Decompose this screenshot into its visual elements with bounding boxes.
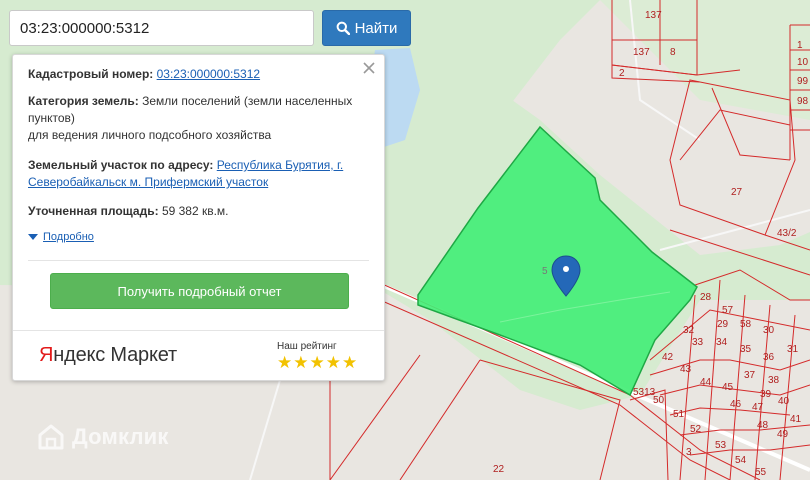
- logo-rest: ндекс Маркет: [53, 344, 177, 366]
- cadastral-link[interactable]: 03:23:000000:5312: [157, 67, 260, 81]
- plot-label: 41: [790, 414, 802, 425]
- watermark-text: Домклик: [72, 424, 169, 449]
- selected-plot-label: 5: [542, 266, 548, 277]
- plot-label: 29: [717, 319, 729, 330]
- plot-label: 55: [755, 467, 767, 478]
- search-button[interactable]: Найти: [322, 10, 411, 46]
- plot-label: 30: [763, 325, 775, 336]
- plot-label: 52: [690, 424, 702, 435]
- plot-label: 50: [653, 395, 665, 406]
- search-icon: [336, 21, 350, 35]
- search-input[interactable]: [9, 10, 314, 46]
- plot-label: 98: [797, 96, 809, 107]
- details-toggle[interactable]: Подробно: [28, 231, 94, 243]
- plot-label: 36: [763, 352, 775, 363]
- plot-label: 28: [700, 292, 712, 303]
- plot-label: 39: [760, 389, 772, 400]
- divider: [28, 260, 369, 261]
- plot-label: 33: [692, 337, 704, 348]
- plot-label: 8: [670, 47, 676, 58]
- plot-label: 32: [683, 325, 695, 336]
- search-button-label: Найти: [354, 19, 398, 37]
- plot-label: 10: [797, 57, 809, 68]
- divider: [13, 330, 384, 331]
- logo-first-letter: Я: [39, 344, 54, 366]
- get-report-button[interactable]: Получить подробный отчет: [50, 273, 349, 309]
- plot-label: 40: [778, 396, 790, 407]
- plot-label: 43/2: [777, 228, 797, 239]
- plot-label: 37: [744, 370, 756, 381]
- plot-label: 43: [680, 364, 692, 375]
- plot-label: 42: [662, 352, 674, 363]
- cadastral-label: Кадастровый номер:: [28, 67, 154, 81]
- house-icon: [38, 424, 64, 450]
- category-row: Категория земель: Земли поселений (земли…: [28, 93, 358, 144]
- plot-label: 3: [686, 447, 692, 458]
- details-label: Подробно: [43, 231, 94, 243]
- plot-label: 46: [730, 399, 742, 410]
- star-icon: ★: [277, 353, 293, 372]
- star-icon: ★: [325, 353, 341, 372]
- triangle-down-icon: [28, 234, 38, 240]
- category-use: для ведения личного подсобного хозяйства: [28, 128, 272, 142]
- domclick-watermark: Домклик: [38, 424, 169, 450]
- report-button-label: Получить подробный отчет: [117, 283, 282, 299]
- plot-label: 38: [768, 375, 780, 386]
- plot-label: 44: [700, 377, 712, 388]
- plot-label: 47: [752, 402, 764, 413]
- plot-label: 31: [787, 344, 799, 355]
- plot-label: 35: [740, 344, 752, 355]
- plot-label: 45: [722, 382, 734, 393]
- area-label: Уточненная площадь:: [28, 204, 159, 218]
- plot-label: 1: [797, 40, 803, 51]
- category-label: Категория земель:: [28, 94, 139, 108]
- plot-label: 48: [757, 420, 769, 431]
- plot-label: 57: [722, 305, 734, 316]
- star-icon: ★: [342, 353, 358, 372]
- plot-label: 99: [797, 76, 809, 87]
- plot-label: 34: [716, 337, 728, 348]
- area-row: Уточненная площадь: 59 382 кв.м.: [28, 203, 229, 220]
- plot-label: 22: [493, 464, 505, 475]
- plot-label: 49: [777, 429, 789, 440]
- star-icon: ★: [293, 353, 309, 372]
- area-value: 59 382 кв.м.: [161, 204, 229, 218]
- close-icon[interactable]: [362, 61, 376, 75]
- address-row: Земельный участок по адресу: Республика …: [28, 157, 373, 191]
- cadastral-row: Кадастровый номер: 03:23:000000:5312: [28, 66, 260, 83]
- plot-label: 27: [731, 187, 743, 198]
- plot-label: 51: [673, 409, 685, 420]
- plot-label: 54: [735, 455, 747, 466]
- plot-label: 137: [645, 10, 662, 21]
- plot-label: 137: [633, 47, 650, 58]
- plot-label: 58: [740, 319, 752, 330]
- address-label: Земельный участок по адресу:: [28, 158, 214, 172]
- star-icon: ★: [309, 353, 325, 372]
- plot-label: 2: [619, 68, 625, 79]
- rating-stars: ★ ★ ★ ★ ★: [277, 354, 357, 372]
- yandex-market-logo[interactable]: Яндекс Маркет: [39, 344, 177, 367]
- rating-label: Наш рейтинг: [277, 341, 337, 352]
- parcel-info-popup: Кадастровый номер: 03:23:000000:5312 Кат…: [12, 54, 385, 381]
- plot-label: 53: [715, 440, 727, 451]
